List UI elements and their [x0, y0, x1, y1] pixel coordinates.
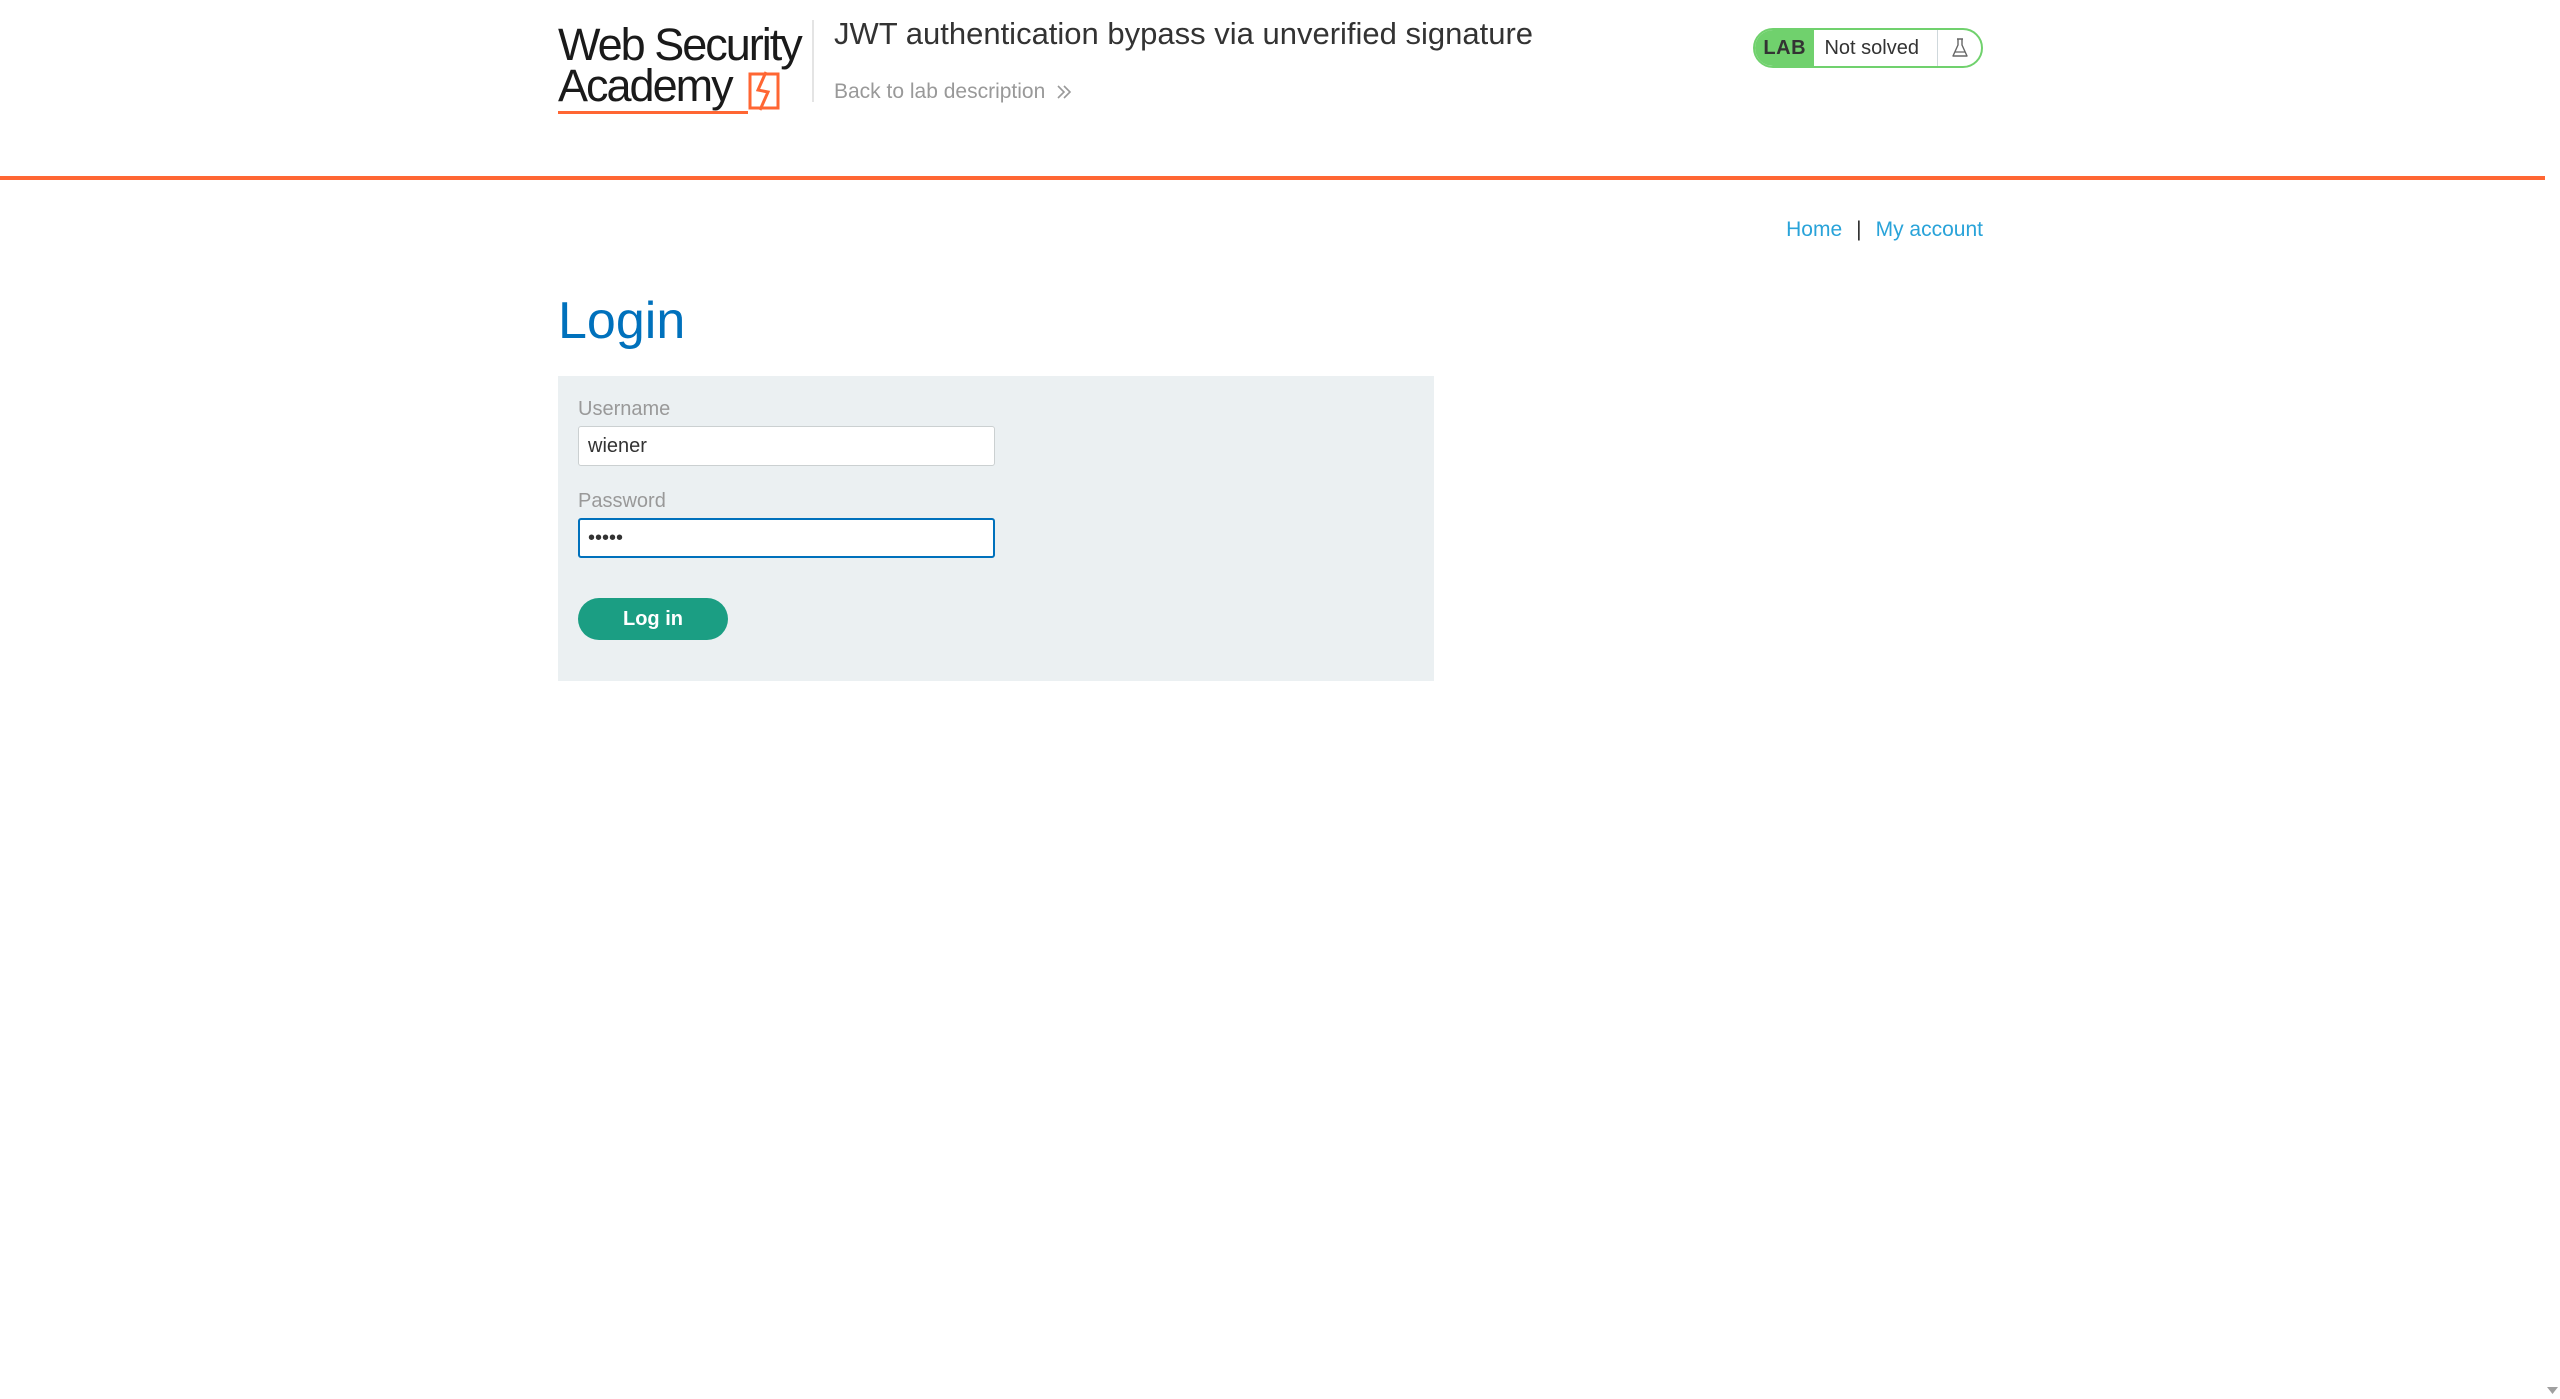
back-to-lab-description-link[interactable]: Back to lab description	[834, 80, 1073, 104]
login-form: Username Password Log in	[558, 376, 1434, 681]
username-label: Username	[578, 398, 671, 420]
lightning-icon	[748, 71, 780, 111]
page-title: Login	[558, 292, 686, 350]
my-account-link[interactable]: My account	[1876, 218, 1983, 242]
password-label: Password	[578, 490, 666, 512]
flask-icon	[1937, 30, 1981, 66]
double-chevron-right-icon	[1057, 85, 1072, 99]
top-nav: Home | My account	[1786, 218, 1983, 242]
page: Web Security Academy JWT authentication …	[0, 0, 2560, 1399]
username-input[interactable]	[578, 426, 995, 466]
web-security-academy-logo[interactable]: Web Security Academy	[558, 22, 810, 116]
lab-status-text: Not solved	[1824, 36, 1919, 59]
back-link-label: Back to lab description	[834, 80, 1046, 103]
header-accent-line	[0, 176, 2545, 180]
scroll-down-arrow-icon[interactable]	[2545, 1382, 2560, 1399]
password-input[interactable]	[578, 518, 995, 558]
lab-header: Web Security Academy JWT authentication …	[0, 0, 2545, 180]
nav-separator: |	[1856, 218, 1862, 241]
home-link[interactable]: Home	[1786, 218, 1842, 242]
lab-status-widget: LAB Not solved	[1753, 28, 1983, 68]
lab-tag: LAB	[1755, 30, 1815, 66]
header-divider	[812, 20, 814, 102]
log-in-button[interactable]: Log in	[578, 598, 728, 640]
logo-underline	[558, 111, 748, 114]
logo-text-line2: Academy	[558, 60, 734, 111]
lab-title: JWT authentication bypass via unverified…	[834, 16, 1534, 51]
